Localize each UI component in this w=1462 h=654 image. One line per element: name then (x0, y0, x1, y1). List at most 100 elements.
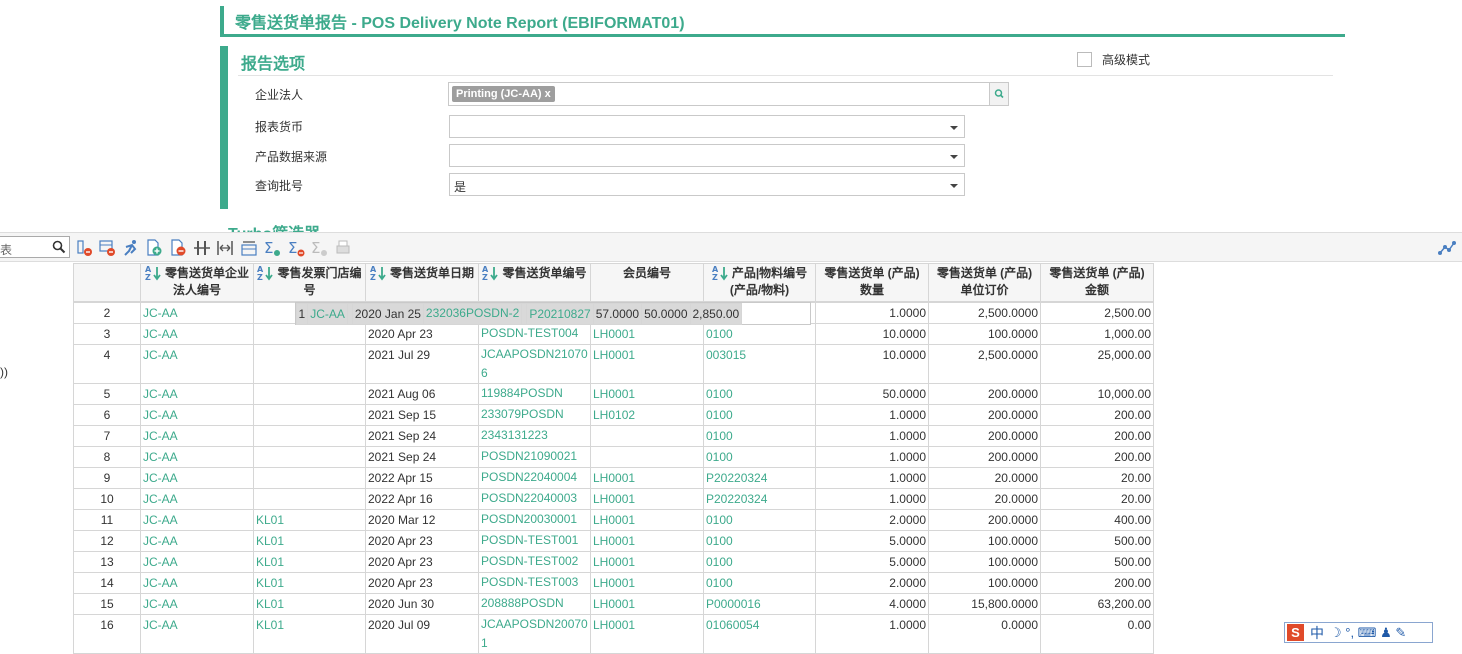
column-header[interactable]: A Z 零售送货单企业法人编号 (140, 263, 254, 302)
remove-sum-icon[interactable]: Σ (287, 239, 305, 257)
ime-tool-icons[interactable]: ☽ °, ⌨ ♟ ✎ (1330, 625, 1406, 641)
table-cell[interactable]: LH0102 (590, 404, 704, 426)
advanced-mode-toggle[interactable]: 高级模式 (1077, 51, 1150, 68)
table-cell[interactable]: POSDN-TEST002 (478, 551, 591, 573)
remove-row-icon[interactable] (98, 239, 116, 257)
column-header[interactable]: 零售送货单 (产品) 金额 (1040, 263, 1154, 302)
table-row[interactable]: 13 JC-AA KL01 2020 Apr 23 POSDN-TEST002 LH000… (73, 551, 1154, 573)
table-cell[interactable]: JC-AA (140, 509, 254, 531)
table-cell[interactable]: 233079POSDN (478, 404, 591, 426)
remove-page-icon[interactable] (169, 239, 187, 257)
table-row[interactable]: 8 JC-AA 2021 Sep 24 POSDN21090021 0100 1.0000… (73, 446, 1154, 468)
table-cell[interactable]: JC-AA (140, 593, 254, 615)
table-cell[interactable]: POSDN-TEST004 (478, 323, 591, 345)
table-row[interactable]: 1 JC-AA 2020 Jan 25 232036POSDN-2 P20210827 5… (294, 302, 811, 325)
table-cell[interactable]: LH0001 (590, 383, 704, 405)
table-cell[interactable]: JC-AA (140, 425, 254, 447)
table-cell[interactable]: 003015 (703, 344, 816, 384)
sort-az-icon[interactable]: AZ (145, 265, 163, 281)
table-cell[interactable]: POSDN22040004 (478, 467, 591, 489)
table-cell[interactable]: 119884POSDN (478, 383, 591, 405)
grid-search-input[interactable]: 表 (0, 236, 70, 258)
table-cell[interactable]: 208888POSDN (478, 593, 591, 615)
table-cell[interactable]: 0100 (703, 551, 816, 573)
table-cell[interactable]: 2343131223 (478, 425, 591, 447)
table-cell[interactable]: LH0001 (590, 551, 704, 573)
drill-icon[interactable] (122, 239, 140, 257)
column-header[interactable]: A Z 零售送货单编号 (478, 263, 591, 302)
table-cell[interactable]: KL01 (253, 530, 366, 552)
ime-language-toggle[interactable]: 中 (1310, 623, 1324, 643)
legal-entity-search-button[interactable] (989, 83, 1008, 105)
table-cell[interactable]: LH0001 (590, 323, 704, 345)
fit-columns-icon[interactable] (216, 239, 234, 257)
table-cell[interactable]: JC-AA (307, 303, 348, 325)
table-row[interactable]: 6 JC-AA 2021 Sep 15 233079POSDN LH0102 0100 1.… (73, 404, 1154, 426)
column-header[interactable]: 会员编号 (590, 263, 704, 302)
table-cell[interactable]: JC-AA (140, 446, 254, 468)
table-row[interactable]: 15 JC-AA KL01 2020 Jun 30 208888POSDN LH0001 P… (73, 593, 1154, 615)
table-cell[interactable]: LH0001 (590, 593, 704, 615)
column-header[interactable]: A Z 产品|物料编号 (产品/物料) (703, 263, 816, 302)
table-cell[interactable]: P20220324 (703, 467, 816, 489)
column-header[interactable]: A Z 零售发票门店编号 (253, 263, 366, 302)
table-cell[interactable]: LH0001 (590, 467, 704, 489)
table-row[interactable]: 11 JC-AA KL01 2020 Mar 12 POSDN20030001 LH000… (73, 509, 1154, 531)
search-icon[interactable] (52, 240, 66, 254)
sum-icon[interactable]: Σ (263, 239, 281, 257)
split-column-icon[interactable] (193, 239, 211, 257)
legal-entity-field[interactable]: Printing (JC-AA) x (448, 82, 1009, 106)
table-layout-icon[interactable] (240, 239, 258, 257)
table-cell[interactable]: JC-AA (140, 383, 254, 405)
table-cell[interactable]: JC-AA (140, 302, 254, 324)
chart-network-icon[interactable] (1438, 239, 1456, 257)
table-cell[interactable]: POSDN22040003 (478, 488, 591, 510)
column-header[interactable]: 零售送货单 (产品) 数量 (815, 263, 929, 302)
table-cell[interactable]: P0000016 (703, 593, 816, 615)
table-cell[interactable]: POSDN20030001 (478, 509, 591, 531)
table-row[interactable]: 12 JC-AA KL01 2020 Apr 23 POSDN-TEST001 LH000… (73, 530, 1154, 552)
table-cell[interactable]: LH0001 (590, 488, 704, 510)
table-cell[interactable]: 0100 (703, 383, 816, 405)
table-cell[interactable]: JCAAPOSDN200701 (478, 614, 591, 654)
remove-column-icon[interactable] (75, 239, 93, 257)
ime-toolbar[interactable]: S 中 ☽ °, ⌨ ♟ ✎ (1284, 622, 1433, 643)
column-header[interactable]: 零售送货单 (产品) 单位订价 (928, 263, 1041, 302)
legal-entity-tag[interactable]: Printing (JC-AA) x (452, 86, 555, 102)
table-cell[interactable]: 0100 (703, 530, 816, 552)
print-disabled-icon[interactable] (334, 239, 352, 257)
table-cell[interactable]: KL01 (253, 509, 366, 531)
table-cell[interactable]: KL01 (253, 593, 366, 615)
table-row[interactable]: 10 JC-AA 2022 Apr 16 POSDN22040003 LH0001 P20… (73, 488, 1154, 510)
query-batch-select[interactable]: 是 (449, 173, 965, 196)
table-cell[interactable]: LH0001 (590, 614, 704, 654)
add-page-icon[interactable] (145, 239, 163, 257)
table-cell[interactable]: 0100 (703, 404, 816, 426)
table-cell[interactable]: 0100 (703, 425, 816, 447)
report-currency-select[interactable] (449, 115, 965, 138)
table-cell[interactable]: LH0001 (590, 344, 704, 384)
table-cell[interactable]: 232036POSDN-2 (422, 303, 523, 325)
table-row[interactable]: 3 JC-AA 2020 Apr 23 POSDN-TEST004 LH0001 0100… (73, 323, 1154, 345)
table-row[interactable]: 14 JC-AA KL01 2020 Apr 23 POSDN-TEST003 LH000… (73, 572, 1154, 594)
table-cell[interactable]: KL01 (253, 614, 366, 654)
table-cell[interactable]: 0100 (703, 323, 816, 345)
table-cell[interactable]: LH0001 (590, 572, 704, 594)
table-cell[interactable]: JC-AA (140, 467, 254, 489)
table-cell[interactable]: 0100 (703, 446, 816, 468)
table-cell[interactable]: JC-AA (140, 551, 254, 573)
table-cell[interactable]: LH0001 (590, 509, 704, 531)
table-cell[interactable]: 01060054 (703, 614, 816, 654)
table-row[interactable]: 4 JC-AA 2021 Jul 29 JCAAPOSDN210706 LH0001 00… (73, 344, 1154, 384)
product-source-select[interactable] (449, 144, 965, 167)
table-cell[interactable]: KL01 (253, 551, 366, 573)
table-cell[interactable]: JC-AA (140, 323, 254, 345)
sort-az-icon[interactable]: AZ (712, 265, 730, 281)
table-row[interactable]: 9 JC-AA 2022 Apr 15 POSDN22040004 LH0001 P202… (73, 467, 1154, 489)
table-cell[interactable]: JC-AA (140, 530, 254, 552)
table-cell[interactable]: P20210827 (526, 303, 594, 325)
column-header[interactable]: A Z 零售送货单日期 (365, 263, 479, 302)
table-cell[interactable]: JC-AA (140, 404, 254, 426)
table-cell[interactable]: JCAAPOSDN210706 (478, 344, 591, 384)
sort-az-icon[interactable]: AZ (257, 265, 275, 281)
